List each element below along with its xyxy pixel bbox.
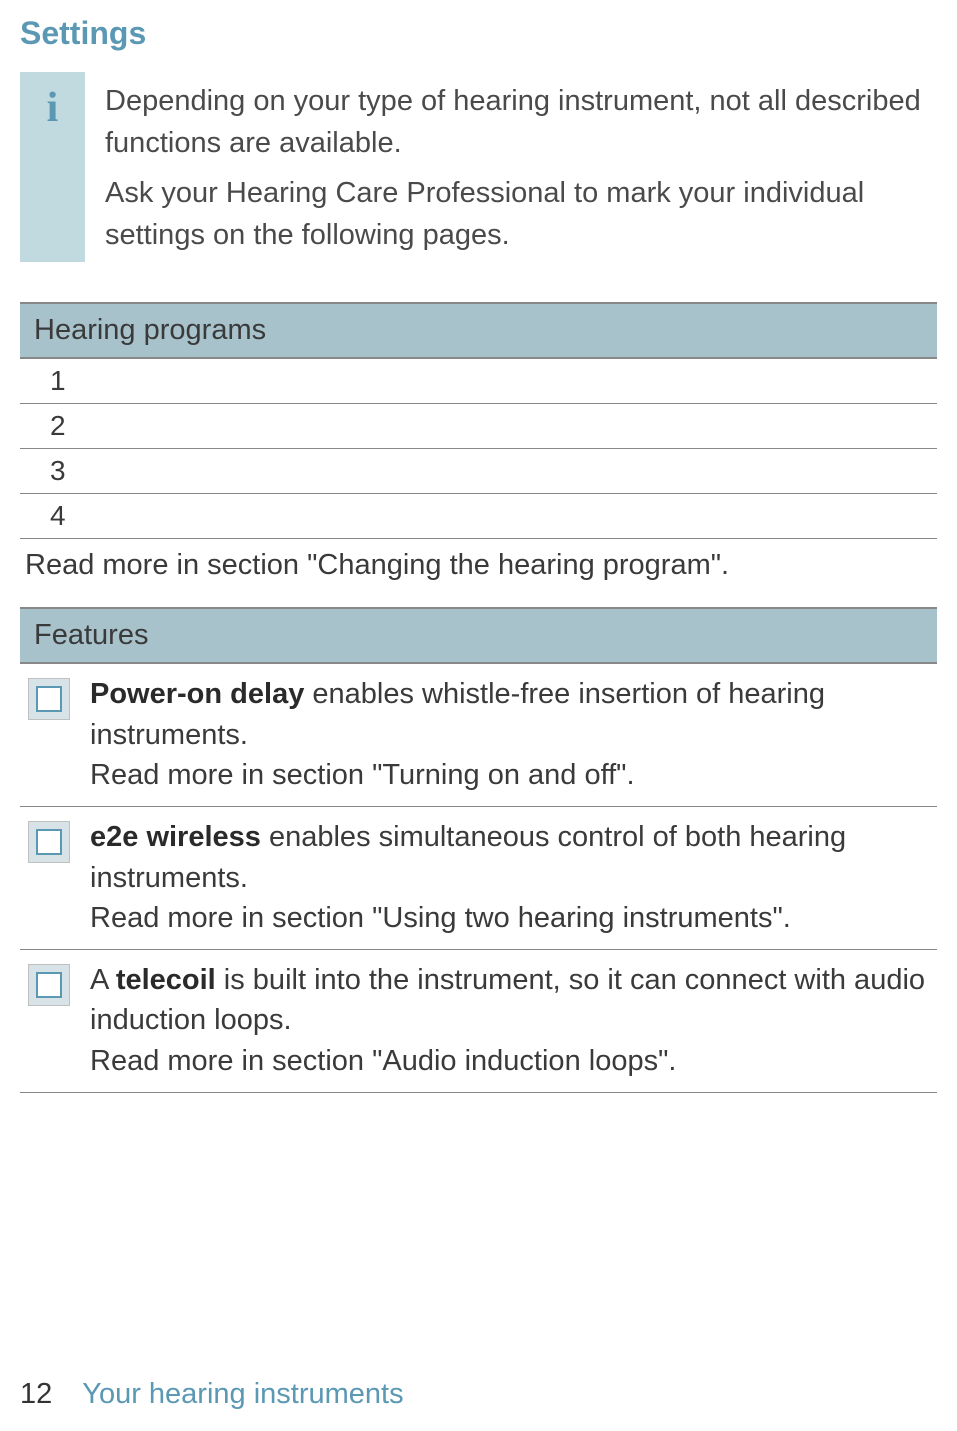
info-para1: Depending on your type of hearing instru… bbox=[105, 80, 927, 164]
feature-row-e2e-wireless: e2e wireless enables simultaneous contro… bbox=[20, 807, 937, 950]
feature-bold: telecoil bbox=[116, 964, 216, 996]
feature-read-more: Read more in section "Turning on and off… bbox=[90, 759, 635, 791]
footer: 12 Your hearing instruments bbox=[20, 1378, 404, 1411]
checkbox-inner bbox=[36, 686, 62, 712]
feature-row-telecoil: A telecoil is built into the instrument,… bbox=[20, 950, 937, 1093]
hearing-programs-header: Hearing programs bbox=[20, 302, 937, 359]
checkbox-inner bbox=[36, 829, 62, 855]
feature-bold: Power-on delay bbox=[90, 678, 304, 710]
checkbox-inner bbox=[36, 972, 62, 998]
checkbox-power-on-delay[interactable] bbox=[28, 678, 70, 720]
program-row-1: 1 bbox=[20, 359, 937, 404]
feature-desc: is built into the instrument, so it can … bbox=[90, 964, 925, 1037]
program-row-3: 3 bbox=[20, 449, 937, 494]
feature-bold: e2e wireless bbox=[90, 821, 261, 853]
feature-read-more: Read more in section "Audio induction lo… bbox=[90, 1045, 676, 1077]
checkbox-telecoil[interactable] bbox=[28, 964, 70, 1006]
info-para2: Ask your Hearing Care Professional to ma… bbox=[105, 172, 927, 256]
feature-read-more: Read more in section "Using two hearing … bbox=[90, 902, 791, 934]
info-icon-glyph: i bbox=[47, 84, 59, 132]
info-text: Depending on your type of hearing instru… bbox=[85, 72, 937, 272]
page-number: 12 bbox=[20, 1378, 52, 1411]
feature-row-power-on-delay: Power-on delay enables whistle-free inse… bbox=[20, 664, 937, 807]
program-row-2: 2 bbox=[20, 404, 937, 449]
features-header: Features bbox=[20, 607, 937, 664]
feature-text: e2e wireless enables simultaneous contro… bbox=[70, 817, 929, 939]
program-row-4: 4 bbox=[20, 494, 937, 539]
footer-text: Your hearing instruments bbox=[82, 1378, 403, 1411]
feature-prefix: A bbox=[90, 964, 116, 996]
checkbox-e2e-wireless[interactable] bbox=[28, 821, 70, 863]
page-title: Settings bbox=[20, 15, 937, 52]
info-icon: i bbox=[20, 72, 85, 262]
feature-text: A telecoil is built into the instrument,… bbox=[70, 960, 929, 1082]
hearing-programs-read-more: Read more in section "Changing the heari… bbox=[20, 539, 937, 607]
feature-text: Power-on delay enables whistle-free inse… bbox=[70, 674, 929, 796]
info-box: i Depending on your type of hearing inst… bbox=[20, 72, 937, 272]
